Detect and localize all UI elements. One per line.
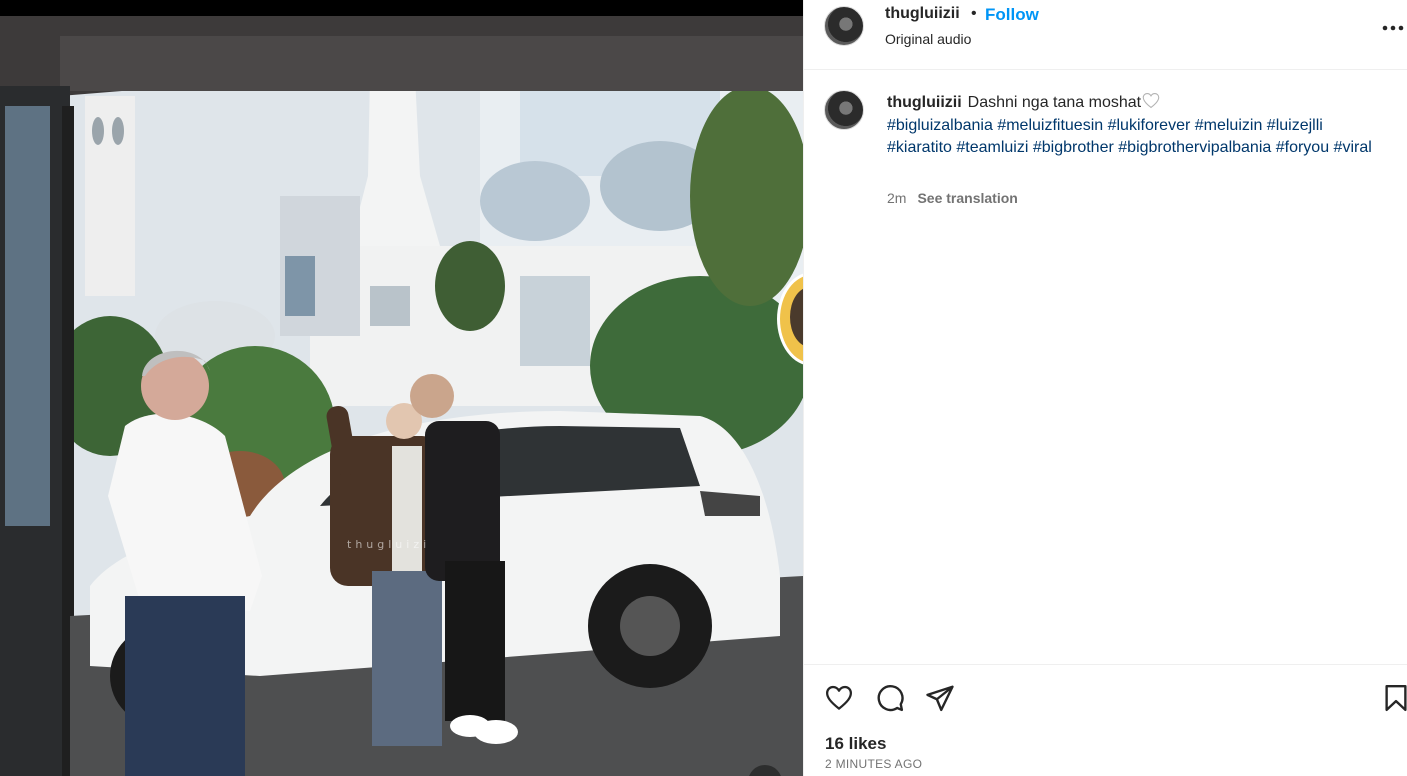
hashtag-link[interactable]: #teamluizi <box>956 139 1028 156</box>
send-icon[interactable] <box>925 683 955 713</box>
audio-link[interactable]: Original audio <box>885 31 971 47</box>
post-sidebar: thugluiizii • Follow Original audio thug… <box>803 0 1407 776</box>
caption-text: Dashni nga tana moshat <box>967 94 1142 111</box>
likes-count[interactable]: 16 likes <box>825 734 886 754</box>
next-story-image <box>790 287 803 347</box>
author-username[interactable]: thugluiizii <box>885 5 960 23</box>
hashtag-link[interactable]: #luizejlli <box>1267 117 1323 134</box>
caption-avatar[interactable] <box>824 90 864 130</box>
media-top-bar <box>0 0 803 16</box>
more-options-icon[interactable] <box>1382 14 1404 34</box>
hashtag-link[interactable]: #bigbrother <box>1033 139 1114 156</box>
caption-hashtags: #bigluizalbania #meluizfituesin #lukifor… <box>887 117 1372 157</box>
caption-meta: 2m See translation <box>887 190 1018 206</box>
white-heart-emoji-icon <box>1141 93 1161 111</box>
header-separator: • <box>971 5 977 22</box>
post-media[interactable]: thugluizi <box>0 0 803 776</box>
hashtag-link[interactable]: #bigluizalbania <box>887 117 993 134</box>
actions-divider <box>804 664 1407 665</box>
hashtag-link[interactable]: #kiaratito <box>887 139 952 156</box>
author-avatar[interactable] <box>824 6 864 46</box>
comment-icon[interactable] <box>875 683 905 713</box>
post-timestamp[interactable]: 2 MINUTES AGO <box>825 757 922 771</box>
caption-username[interactable]: thugluiizii <box>887 94 962 111</box>
caption: thugluiizii Dashni nga tana moshat #biglu… <box>887 92 1392 160</box>
hashtag-link[interactable]: #bigbrothervipalbania <box>1118 139 1271 156</box>
hashtag-link[interactable]: #meluizin <box>1195 117 1263 134</box>
hashtag-link[interactable]: #foryou <box>1276 139 1329 156</box>
follow-button[interactable]: Follow <box>985 5 1039 25</box>
video-still <box>0 16 803 776</box>
heart-icon[interactable] <box>824 683 854 713</box>
header-divider <box>804 69 1407 70</box>
video-frame[interactable]: thugluizi <box>0 16 803 776</box>
video-watermark: thugluizi <box>347 538 431 551</box>
bookmark-icon[interactable] <box>1381 683 1407 713</box>
hashtag-link[interactable]: #viral <box>1334 139 1372 156</box>
see-translation-button[interactable]: See translation <box>917 190 1017 206</box>
caption-age: 2m <box>887 190 907 206</box>
hashtag-link[interactable]: #meluizfituesin <box>997 117 1103 134</box>
hashtag-link[interactable]: #lukiforever <box>1108 117 1191 134</box>
